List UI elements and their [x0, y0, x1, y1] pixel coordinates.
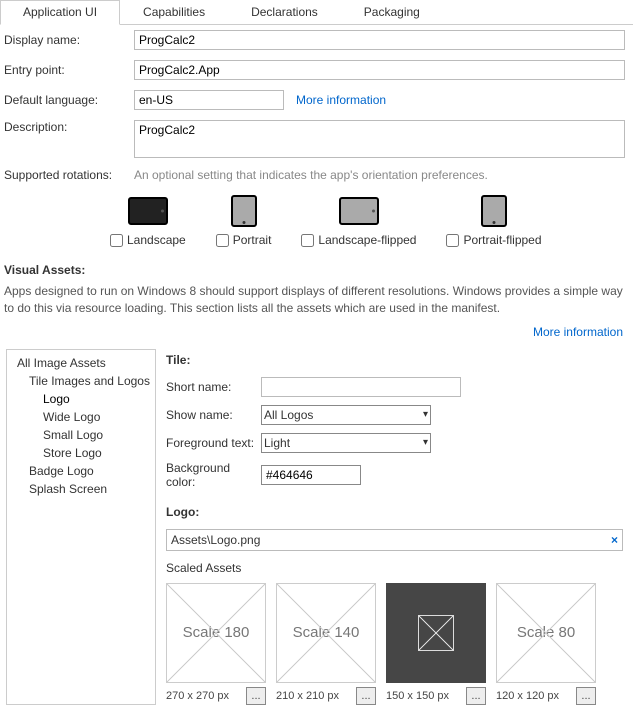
- tree-small-logo[interactable]: Small Logo: [7, 426, 155, 444]
- scale-80-dim: 120 x 120 px: [496, 690, 559, 702]
- scale-140-thumb[interactable]: Scale 140: [276, 583, 376, 683]
- scale-180-browse-button[interactable]: ...: [246, 687, 266, 705]
- visual-assets-description: Apps designed to run on Windows 8 should…: [0, 281, 633, 319]
- tab-packaging[interactable]: Packaging: [341, 0, 443, 24]
- default-language-more-info-link[interactable]: More information: [296, 93, 386, 107]
- scaled-assets-row: Scale 180 270 x 270 px ... Scale 140 210…: [166, 583, 623, 705]
- entry-point-input[interactable]: [134, 60, 625, 80]
- tree-wide-logo[interactable]: Wide Logo: [7, 408, 155, 426]
- asset-tree: All Image Assets Tile Images and Logos L…: [6, 349, 156, 705]
- tab-capabilities[interactable]: Capabilities: [120, 0, 228, 24]
- description-label: Description:: [4, 120, 134, 134]
- background-color-label: Background color:: [166, 461, 261, 489]
- scale-100-dim: 150 x 150 px: [386, 690, 449, 702]
- tile-heading: Tile:: [166, 349, 623, 373]
- background-color-input[interactable]: [261, 465, 361, 485]
- logo-heading: Logo:: [166, 501, 623, 525]
- display-name-input[interactable]: [134, 30, 625, 50]
- landscape-flipped-checkbox[interactable]: Landscape-flipped: [301, 233, 416, 247]
- scale-80-browse-button[interactable]: ...: [576, 687, 596, 705]
- supported-rotations-label: Supported rotations:: [4, 168, 134, 182]
- landscape-checkbox[interactable]: Landscape: [110, 233, 186, 247]
- foreground-text-label: Foreground text:: [166, 436, 261, 450]
- logo-path-input[interactable]: Assets\Logo.png ×: [166, 529, 623, 551]
- foreground-text-select[interactable]: Light▾: [261, 433, 431, 453]
- clear-logo-path-button[interactable]: ×: [611, 533, 618, 547]
- scale-100-thumb[interactable]: [386, 583, 486, 683]
- tree-badge-logo[interactable]: Badge Logo: [7, 462, 155, 480]
- tree-splash-screen[interactable]: Splash Screen: [7, 480, 155, 498]
- tab-bar: Application UI Capabilities Declarations…: [0, 0, 633, 25]
- portrait-checkbox[interactable]: Portrait: [216, 233, 272, 247]
- visual-assets-heading: Visual Assets:: [4, 263, 625, 277]
- tree-tile-images-and-logos[interactable]: Tile Images and Logos: [7, 372, 155, 390]
- portrait-icon: [223, 195, 265, 227]
- landscape-icon: [127, 195, 169, 227]
- short-name-label: Short name:: [166, 380, 261, 394]
- scale-140-browse-button[interactable]: ...: [356, 687, 376, 705]
- tab-application-ui[interactable]: Application UI: [0, 0, 120, 25]
- show-name-label: Show name:: [166, 408, 261, 422]
- supported-rotations-hint: An optional setting that indicates the a…: [134, 168, 488, 182]
- entry-point-label: Entry point:: [4, 63, 134, 77]
- scale-80-thumb[interactable]: Scale 80: [496, 583, 596, 683]
- portrait-flipped-icon: [473, 195, 515, 227]
- rotation-options: Landscape Portrait Landscape-flipped Por…: [0, 187, 633, 253]
- tree-store-logo[interactable]: Store Logo: [7, 444, 155, 462]
- scaled-assets-label: Scaled Assets: [166, 555, 623, 575]
- scale-180-dim: 270 x 270 px: [166, 690, 229, 702]
- scale-140-dim: 210 x 210 px: [276, 690, 339, 702]
- chevron-down-icon: ▾: [423, 437, 428, 448]
- landscape-flipped-icon: [338, 195, 380, 227]
- short-name-input[interactable]: [261, 377, 461, 397]
- visual-assets-more-info-link[interactable]: More information: [533, 325, 623, 339]
- portrait-flipped-checkbox[interactable]: Portrait-flipped: [446, 233, 541, 247]
- show-name-select[interactable]: All Logos▾: [261, 405, 431, 425]
- display-name-label: Display name:: [4, 33, 134, 47]
- default-language-label: Default language:: [4, 93, 134, 107]
- chevron-down-icon: ▾: [423, 409, 428, 420]
- default-language-input[interactable]: [134, 90, 284, 110]
- description-input[interactable]: ProgCalc2: [134, 120, 625, 158]
- tab-declarations[interactable]: Declarations: [228, 0, 341, 24]
- scale-180-thumb[interactable]: Scale 180: [166, 583, 266, 683]
- placeholder-square-icon: [418, 615, 454, 651]
- tree-logo[interactable]: Logo: [7, 390, 155, 408]
- tree-all-image-assets[interactable]: All Image Assets: [7, 354, 155, 372]
- scale-100-browse-button[interactable]: ...: [466, 687, 486, 705]
